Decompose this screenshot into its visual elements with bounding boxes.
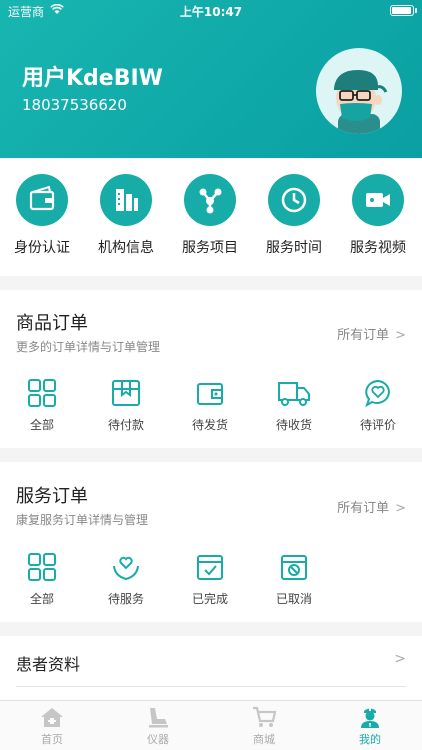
- goods-orders-subtitle: 更多的订单详情与订单管理: [16, 340, 161, 354]
- grid-icon: [28, 379, 56, 407]
- doctor-icon: [361, 708, 379, 728]
- tab-bar: 首页 仪器 商城 我的: [0, 700, 422, 750]
- quick-action-label: 身份认证: [14, 240, 70, 256]
- truck-icon: [278, 382, 310, 406]
- service-orders-card: 服务订单 康复服务订单详情与管理 所有订单 > 全部 待服务 已完成 已取消: [0, 462, 422, 622]
- goods-orders-title: 商品订单: [16, 313, 88, 334]
- wallet-icon: [16, 174, 68, 226]
- tab-mine[interactable]: 我的: [328, 705, 412, 747]
- tab-label: 商城: [253, 733, 275, 746]
- goods-order-all[interactable]: 全部: [0, 378, 84, 433]
- quick-action-services[interactable]: 服务项目: [168, 174, 252, 257]
- service-orders-title: 服务订单: [16, 486, 88, 507]
- doctor-avatar-icon: [334, 70, 388, 134]
- divider: [16, 686, 406, 687]
- goods-all-orders-link[interactable]: 所有订单 >: [337, 324, 406, 343]
- order-label: 待服务: [107, 592, 144, 606]
- building-icon: [100, 174, 152, 226]
- patient-info-row[interactable]: 患者资料 >: [0, 636, 422, 700]
- tab-instruments[interactable]: 仪器: [116, 705, 200, 747]
- quick-action-service-time[interactable]: 服务时间: [252, 174, 336, 257]
- goods-order-to-receive[interactable]: 待收货: [252, 378, 336, 433]
- quick-actions-panel: 身份认证 机构信息 服务项目 服务时间 服务视频: [0, 158, 422, 276]
- battery-icon: [390, 5, 417, 16]
- all-orders-label: 所有订单: [337, 501, 390, 516]
- grid-icon: [28, 553, 56, 581]
- quick-action-institution[interactable]: 机构信息: [84, 174, 168, 257]
- heart-bubble-icon: [365, 379, 390, 408]
- avatar[interactable]: [316, 48, 402, 134]
- nodes-icon: [184, 174, 236, 226]
- quick-action-label: 机构信息: [98, 240, 154, 256]
- chevron-right-icon: >: [395, 501, 406, 516]
- patient-info-label: 患者资料: [16, 655, 81, 674]
- cart-icon: [253, 706, 277, 727]
- goods-orders-card: 商品订单 更多的订单详情与订单管理 所有订单 > 全部 待付款 待发货 待收货 …: [0, 290, 422, 448]
- chevron-right-icon: >: [394, 651, 406, 667]
- order-label: 待评价: [359, 418, 396, 432]
- order-label: 已取消: [275, 592, 312, 606]
- order-label: 待收货: [275, 418, 312, 432]
- service-order-all[interactable]: 全部: [0, 552, 84, 607]
- user-name: 用户KdeBIW: [22, 66, 163, 91]
- tab-label: 仪器: [147, 733, 169, 746]
- profile-header: 运营商 上午10:47 用户KdeBIW 18037536620: [0, 0, 422, 158]
- goods-order-unpaid[interactable]: 待付款: [84, 378, 168, 433]
- status-time: 上午10:47: [179, 5, 243, 19]
- service-order-completed[interactable]: 已完成: [168, 552, 252, 607]
- quick-action-label: 服务视频: [350, 240, 406, 256]
- tab-label: 首页: [41, 733, 63, 746]
- order-label: 待付款: [107, 418, 144, 432]
- service-orders-subtitle: 康复服务订单详情与管理: [16, 513, 149, 527]
- all-orders-label: 所有订单: [337, 328, 390, 343]
- goods-order-to-ship[interactable]: 待发货: [168, 378, 252, 433]
- quick-action-service-video[interactable]: 服务视频: [336, 174, 420, 257]
- order-label: 已完成: [191, 592, 228, 606]
- video-icon: [352, 174, 404, 226]
- order-label: 全部: [29, 592, 54, 606]
- user-phone: 18037536620: [22, 96, 127, 114]
- quick-action-identity[interactable]: 身份认证: [0, 174, 84, 257]
- chair-icon: [149, 708, 168, 728]
- package-icon: [112, 380, 140, 406]
- tab-mall[interactable]: 商城: [222, 705, 306, 747]
- service-all-orders-link[interactable]: 所有订单 >: [337, 497, 406, 516]
- quick-action-label: 服务时间: [266, 240, 322, 256]
- quick-action-label: 服务项目: [182, 240, 238, 256]
- service-order-pending[interactable]: 待服务: [84, 552, 168, 607]
- home-icon: [41, 708, 63, 727]
- goods-order-to-review[interactable]: 待评价: [336, 378, 420, 433]
- order-label: 全部: [29, 418, 54, 432]
- service-order-cancelled[interactable]: 已取消: [252, 552, 336, 607]
- wallet-outline-icon: [197, 383, 223, 405]
- heart-hands-icon: [113, 556, 139, 581]
- status-bar: 运营商 上午10:47: [0, 0, 422, 22]
- order-label: 待发货: [191, 418, 228, 432]
- calendar-cancel-icon: [281, 555, 307, 580]
- calendar-check-icon: [197, 555, 223, 580]
- tab-home[interactable]: 首页: [10, 705, 94, 747]
- tab-label: 我的: [359, 733, 381, 746]
- chevron-right-icon: >: [395, 328, 406, 343]
- clock-icon: [268, 174, 320, 226]
